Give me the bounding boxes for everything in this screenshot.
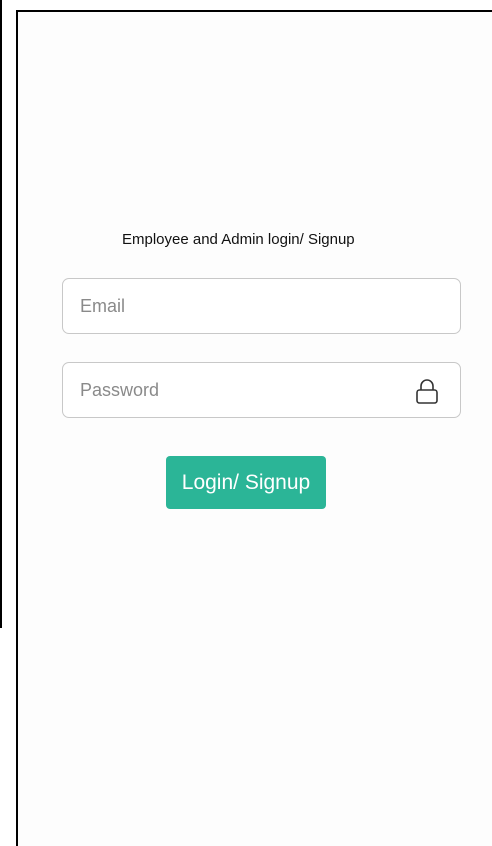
password-input[interactable] (80, 363, 400, 417)
email-input[interactable] (80, 279, 400, 333)
window-left-edge (0, 0, 2, 628)
password-field[interactable] (62, 362, 461, 418)
phone-frame (16, 10, 492, 846)
login-signup-button[interactable]: Login/ Signup (166, 456, 326, 509)
page: Employee and Admin login/ Signup Login/ … (0, 0, 492, 846)
email-field[interactable] (62, 278, 461, 334)
lock-icon (416, 379, 438, 404)
login-heading: Employee and Admin login/ Signup (122, 231, 355, 248)
